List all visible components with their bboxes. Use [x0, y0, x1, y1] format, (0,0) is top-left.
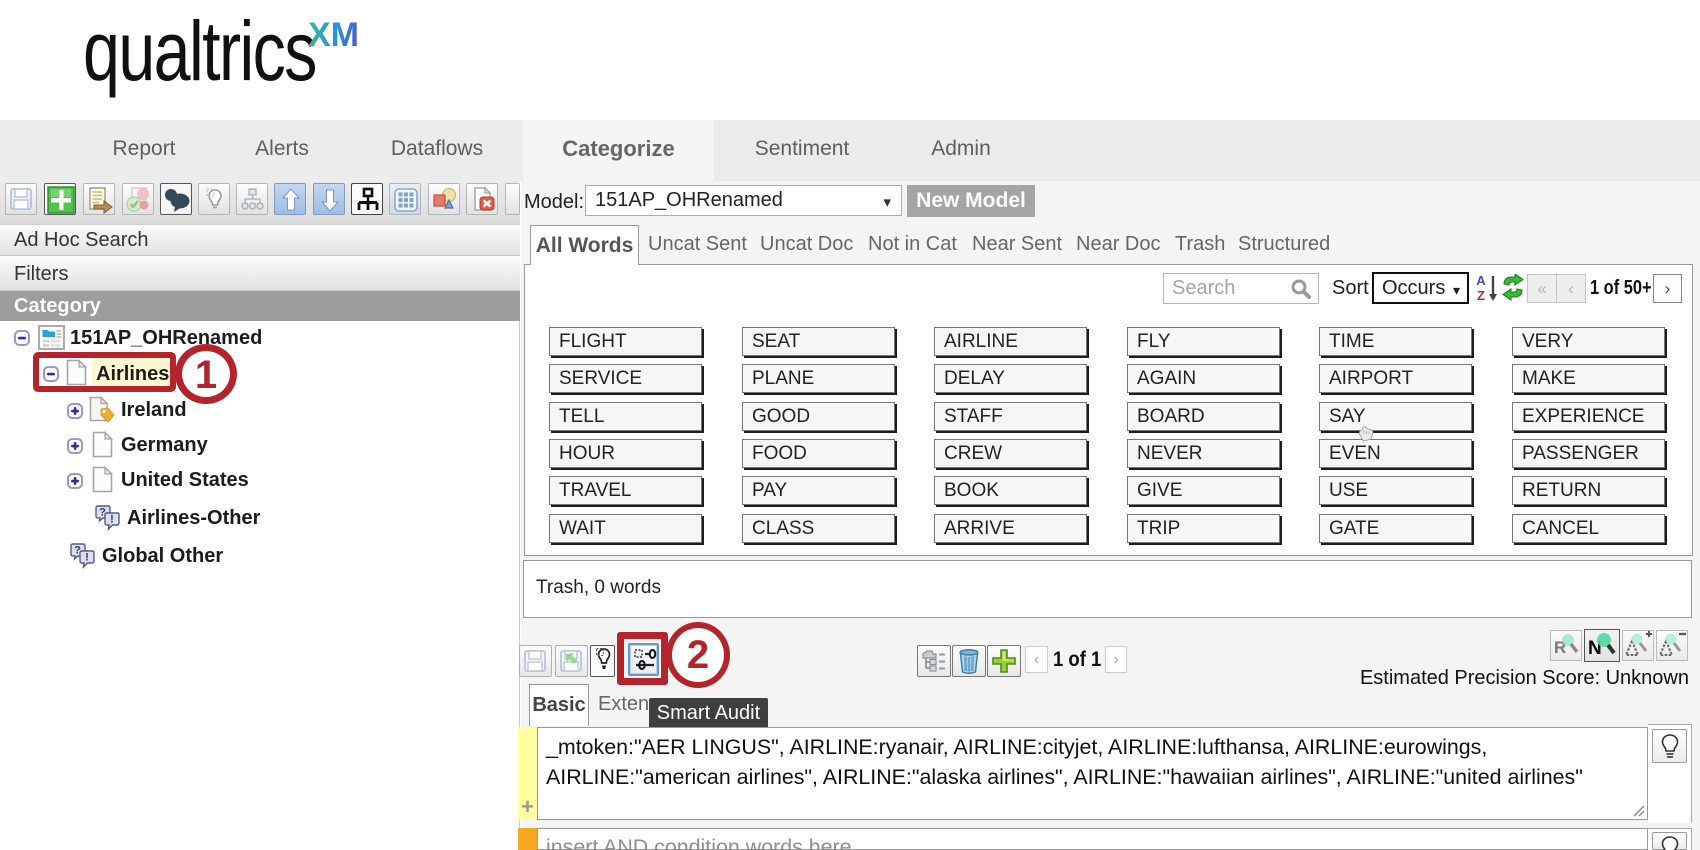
svg-text:!: ! — [85, 552, 89, 564]
svg-text:Z: Z — [1477, 288, 1485, 303]
svg-text:A: A — [1476, 273, 1486, 288]
svg-text:!: ! — [110, 514, 114, 526]
